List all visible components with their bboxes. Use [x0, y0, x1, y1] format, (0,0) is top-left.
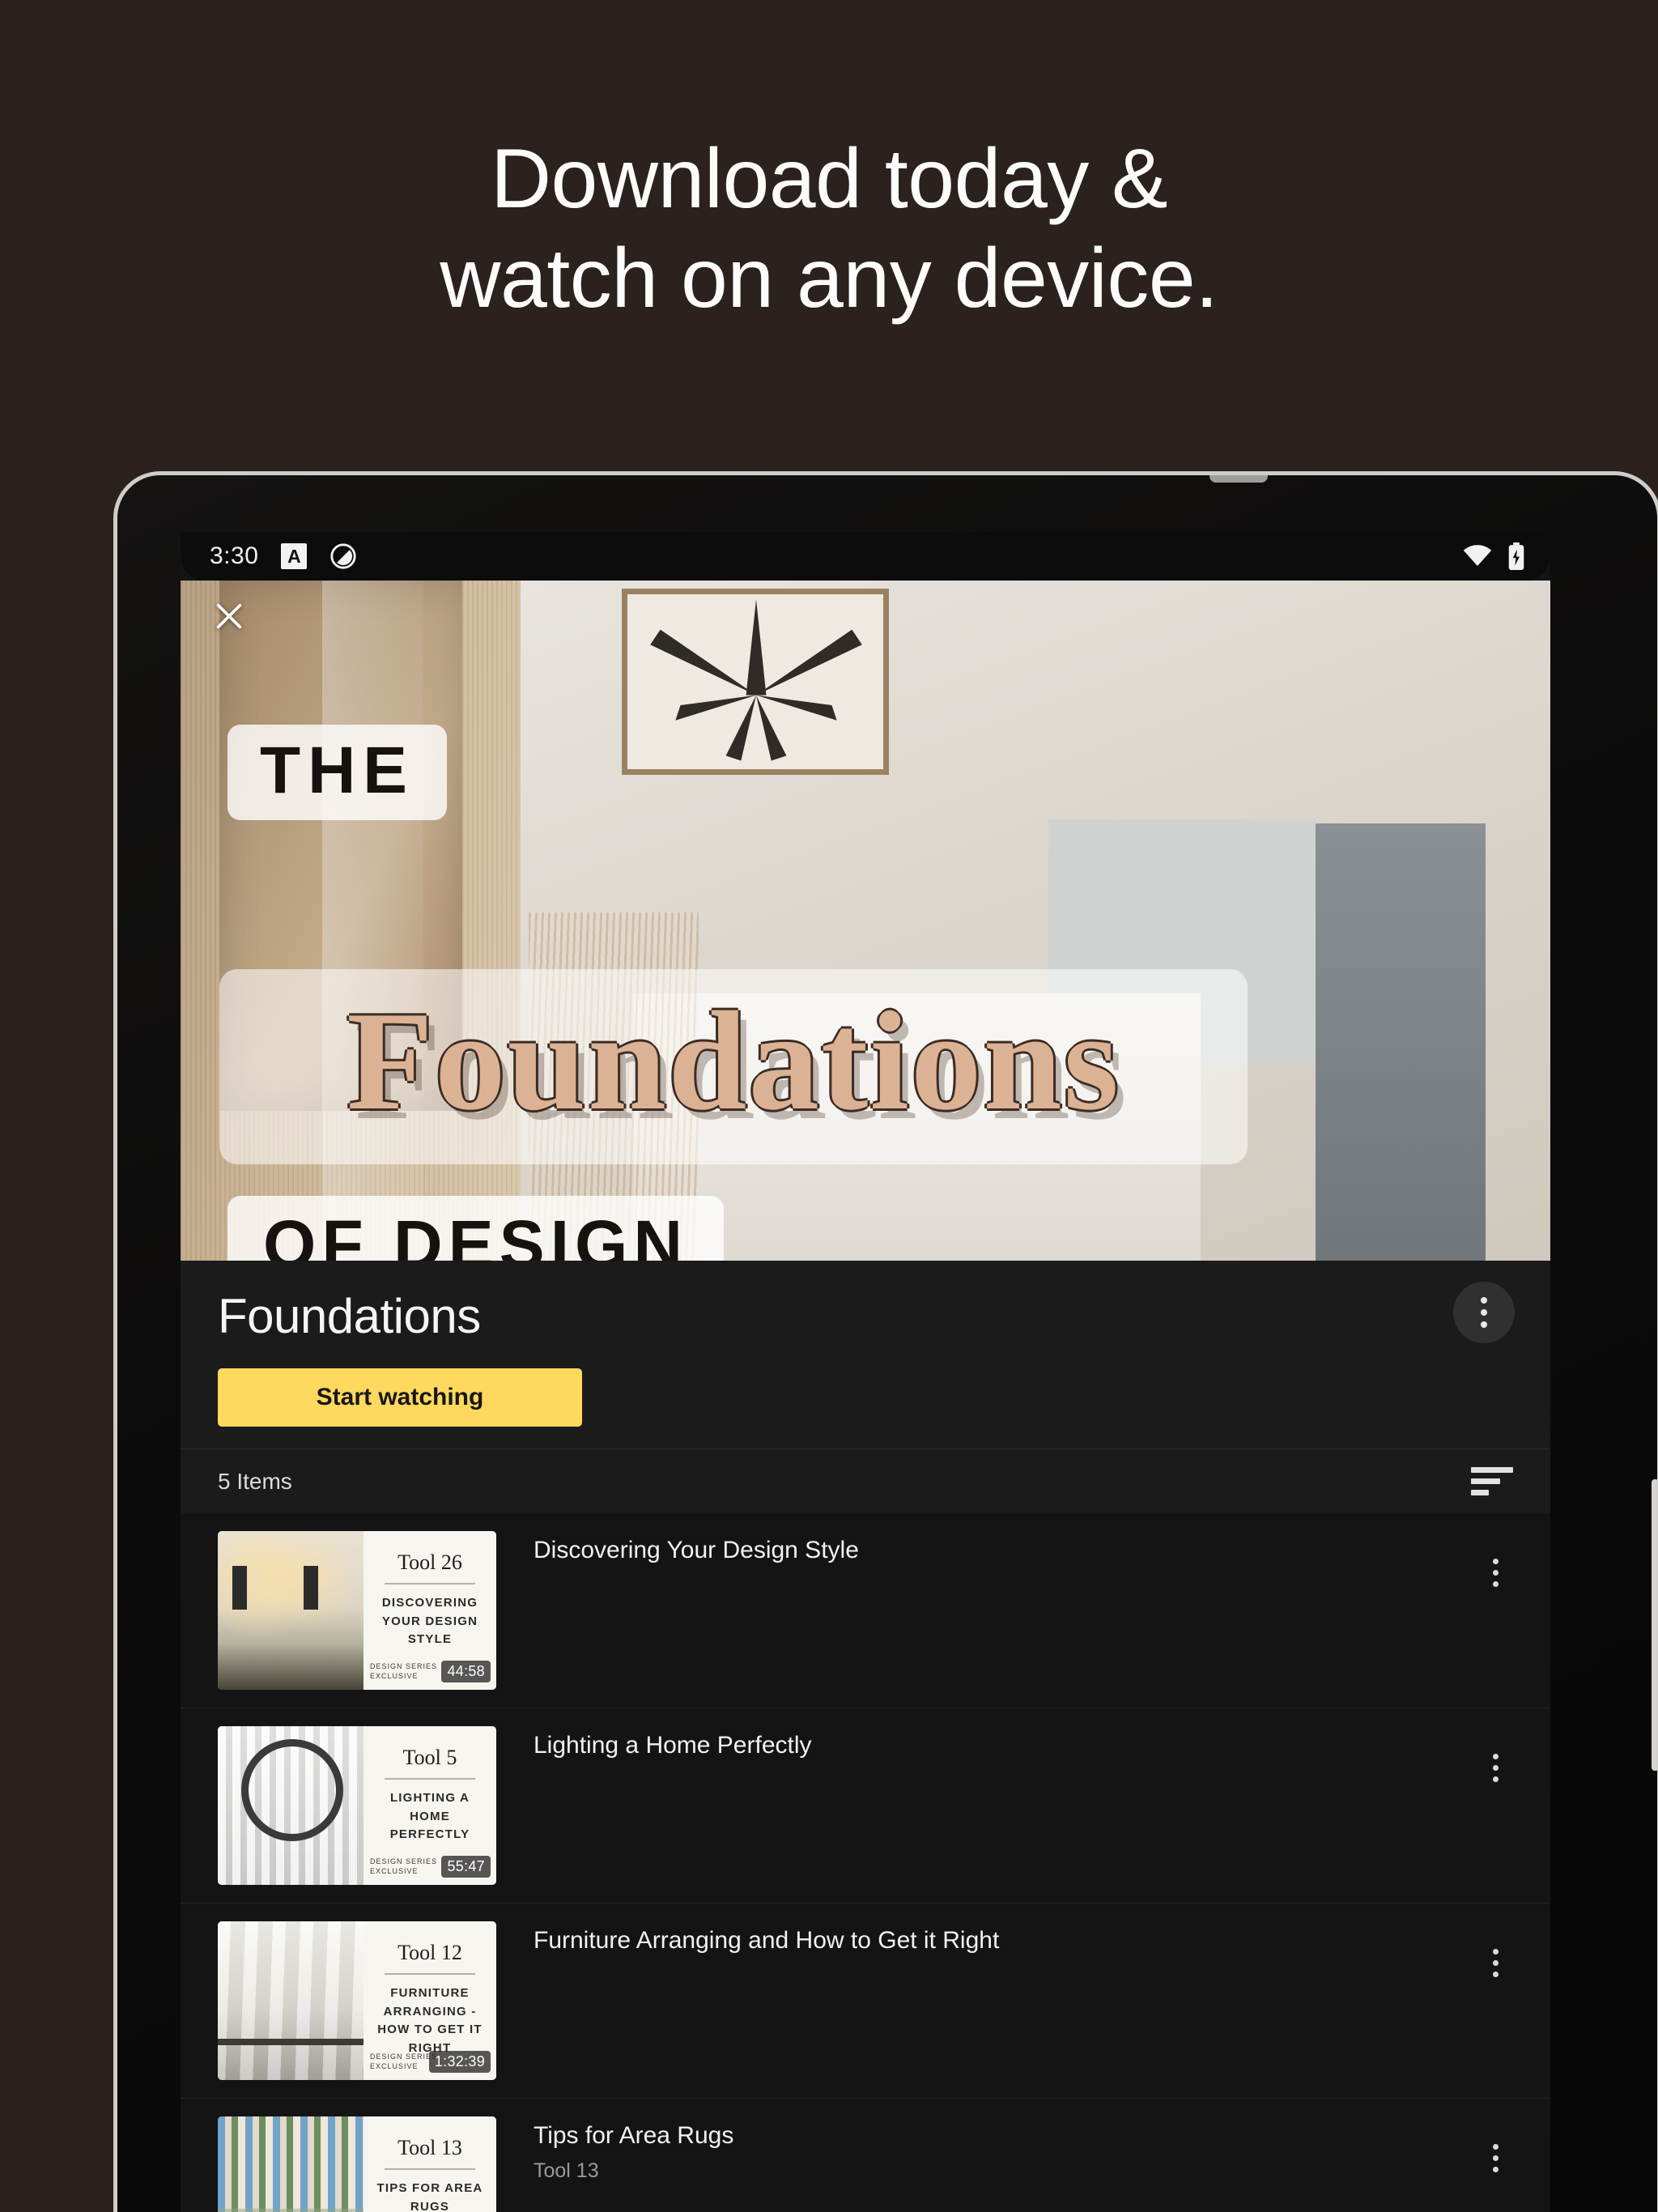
kebab-icon: [1481, 1297, 1487, 1328]
headline-line-2: watch on any device.: [440, 231, 1218, 325]
table-row[interactable]: Tool 26 DISCOVERING YOUR DESIGN STYLE DE…: [181, 1513, 1550, 1708]
status-bar-left: 3:30 A: [210, 542, 357, 570]
thumbnail-tool-number: Tool 12: [397, 1941, 462, 1964]
lesson-thumbnail[interactable]: Tool 12 FURNITURE ARRANGING - HOW TO GET…: [218, 1921, 496, 2080]
thumbnail-tool-number: Tool 13: [397, 2136, 462, 2159]
thumbnail-divider: [385, 1778, 475, 1780]
hero-grey-panel: [1316, 823, 1486, 1261]
thumbnail-divider: [385, 1583, 475, 1585]
lesson-title: Tips for Area Rugs: [534, 2122, 734, 2149]
lesson-overflow-menu-button[interactable]: [1477, 1941, 1513, 1984]
course-title-block: Foundations Start watching: [181, 1261, 1550, 1448]
lesson-title: Furniture Arranging and How to Get it Ri…: [534, 1927, 1000, 1954]
lesson-title: Lighting a Home Perfectly: [534, 1732, 812, 1759]
lesson-overflow-menu-button[interactable]: [1477, 1746, 1513, 1789]
lesson-body: Discovering Your Design Style: [496, 1531, 1513, 1690]
lesson-body: Tips for Area Rugs Tool 13: [496, 2116, 1513, 2212]
thumbnail-brand-line2: EXCLUSIVE: [370, 1672, 419, 1681]
thumbnail-subtitle: TIPS FOR AREA RUGS: [376, 2181, 483, 2212]
thumbnail-tool-number: Tool 5: [402, 1746, 457, 1769]
hero-text-of-design: OF DESIGN: [227, 1196, 725, 1261]
table-row[interactable]: Tool 12 FURNITURE ARRANGING - HOW TO GET…: [181, 1904, 1550, 2099]
wifi-icon: [1463, 545, 1492, 568]
lesson-overflow-menu-button[interactable]: [1477, 2136, 1513, 2180]
thumbnail-subtitle: DISCOVERING YOUR DESIGN STYLE: [381, 1596, 478, 1646]
status-bar: 3:30 A: [181, 532, 1550, 581]
sort-icon[interactable]: [1471, 1467, 1513, 1495]
lesson-body: Furniture Arranging and How to Get it Ri…: [496, 1921, 1513, 2080]
course-hero-banner: THE Foundations OF DESIGN: [181, 581, 1550, 1261]
lesson-overflow-menu-button[interactable]: [1477, 1551, 1513, 1594]
lesson-body: Lighting a Home Perfectly: [496, 1726, 1513, 1885]
thumbnail-divider: [385, 1973, 475, 1975]
start-watching-button[interactable]: Start watching: [218, 1368, 582, 1427]
lesson-subtitle: Tool 13: [534, 2159, 599, 2182]
thumbnail-photo: [218, 1726, 363, 1885]
items-count-label: 5 Items: [218, 1468, 292, 1494]
items-toolbar: 5 Items: [181, 1448, 1550, 1513]
thumbnail-photo: [218, 1531, 363, 1690]
thumbnail-card: Tool 13 TIPS FOR AREA RUGS DESIGN SERIES…: [363, 2116, 496, 2212]
thumbnail-brand: DESIGN SERIES EXCLUSIVE: [370, 1857, 437, 1877]
lesson-thumbnail[interactable]: Tool 26 DISCOVERING YOUR DESIGN STYLE DE…: [218, 1531, 496, 1690]
page-title: Foundations: [218, 1289, 481, 1343]
marketing-headline: Download today & watch on any device.: [0, 130, 1658, 328]
status-bar-right: [1463, 542, 1526, 570]
thumbnail-photo: [218, 2116, 363, 2212]
course-overflow-menu-button[interactable]: [1453, 1282, 1515, 1343]
lesson-thumbnail[interactable]: Tool 5 LIGHTING A HOME PERFECTLY DESIGN …: [218, 1726, 496, 1885]
tablet-side-button[interactable]: [1652, 1479, 1657, 1771]
hero-text-main-label: Foundations: [346, 982, 1120, 1139]
thumbnail-brand: DESIGN SERIES EXCLUSIVE: [370, 2052, 437, 2072]
thumbnail-brand-line1: DESIGN SERIES: [370, 1857, 438, 1865]
alarm-badge-icon: A: [281, 543, 308, 569]
close-icon[interactable]: [208, 595, 250, 637]
hero-text-the: THE: [227, 725, 447, 820]
thumbnail-subtitle: LIGHTING A HOME PERFECTLY: [389, 1791, 470, 1841]
duration-badge: 1:32:39: [428, 2051, 491, 2073]
duration-badge: 55:47: [441, 1856, 491, 1878]
lesson-title: Discovering Your Design Style: [534, 1537, 859, 1563]
table-row[interactable]: Tool 5 LIGHTING A HOME PERFECTLY DESIGN …: [181, 1708, 1550, 1904]
tablet-device-mockup: 3:30 A THE Foundations OF DESIGN Foundat…: [113, 471, 1658, 2212]
lesson-thumbnail[interactable]: Tool 13 TIPS FOR AREA RUGS DESIGN SERIES…: [218, 2116, 496, 2212]
thumbnail-tool-number: Tool 26: [397, 1551, 462, 1574]
thumbnail-brand-line1: DESIGN SERIES: [370, 2052, 438, 2061]
tablet-glass: 3:30 A THE Foundations OF DESIGN Foundat…: [117, 475, 1657, 2212]
do-not-disturb-icon: [329, 542, 357, 570]
battery-charging-icon: [1507, 542, 1526, 570]
camera-sensor: [1209, 475, 1268, 483]
thumbnail-divider: [385, 2168, 475, 2170]
hero-wall-art: [622, 589, 889, 775]
status-clock: 3:30: [210, 542, 259, 569]
hero-text-main: Foundations: [219, 969, 1248, 1164]
thumbnail-subtitle: FURNITURE ARRANGING - HOW TO GET IT RIGH…: [377, 1986, 483, 2055]
thumbnail-brand: DESIGN SERIES EXCLUSIVE: [370, 1661, 437, 1682]
thumbnail-brand-line2: EXCLUSIVE: [370, 2062, 419, 2071]
duration-badge: 44:58: [441, 1661, 491, 1682]
thumbnail-brand-line1: DESIGN SERIES: [370, 1661, 438, 1670]
headline-line-1: Download today &: [490, 132, 1168, 226]
lesson-list: Tool 26 DISCOVERING YOUR DESIGN STYLE DE…: [181, 1513, 1550, 2212]
app-screen: 3:30 A THE Foundations OF DESIGN Foundat…: [181, 532, 1550, 2212]
thumbnail-photo: [218, 1921, 363, 2080]
table-row[interactable]: Tool 13 TIPS FOR AREA RUGS DESIGN SERIES…: [181, 2099, 1550, 2212]
thumbnail-brand-line2: EXCLUSIVE: [370, 1867, 419, 1876]
